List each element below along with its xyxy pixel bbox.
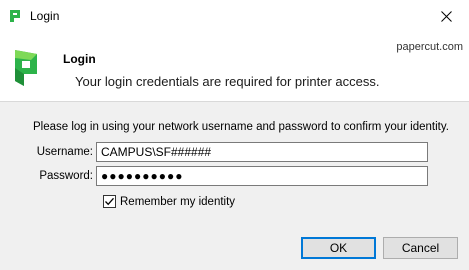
password-label: Password: <box>39 170 93 182</box>
checkbox-box[interactable] <box>103 195 116 208</box>
window-title: Login <box>30 9 60 23</box>
ok-button[interactable]: OK <box>301 237 376 259</box>
close-button[interactable] <box>424 0 469 32</box>
username-field[interactable] <box>96 142 428 162</box>
instructions-text: Please log in using your network usernam… <box>33 121 449 133</box>
cancel-button[interactable]: Cancel <box>383 237 458 259</box>
title-bar: Login <box>0 0 469 33</box>
remember-identity-checkbox[interactable]: Remember my identity <box>103 195 235 208</box>
papercut-logo <box>15 50 37 86</box>
papercut-logo-icon <box>10 10 20 22</box>
header-subtitle: Your login credentials are required for … <box>75 74 380 89</box>
remember-identity-label: Remember my identity <box>120 195 236 208</box>
username-label: Username: <box>36 146 93 158</box>
checkmark-icon <box>105 197 114 206</box>
close-icon <box>441 10 452 22</box>
brand-text: papercut.com <box>396 41 463 53</box>
header-banner: Login Your login credentials are require… <box>0 33 469 102</box>
login-dialog: Login Login Your login credentials are r… <box>0 0 469 270</box>
header-title: Login <box>63 52 96 66</box>
password-field[interactable] <box>96 166 428 186</box>
